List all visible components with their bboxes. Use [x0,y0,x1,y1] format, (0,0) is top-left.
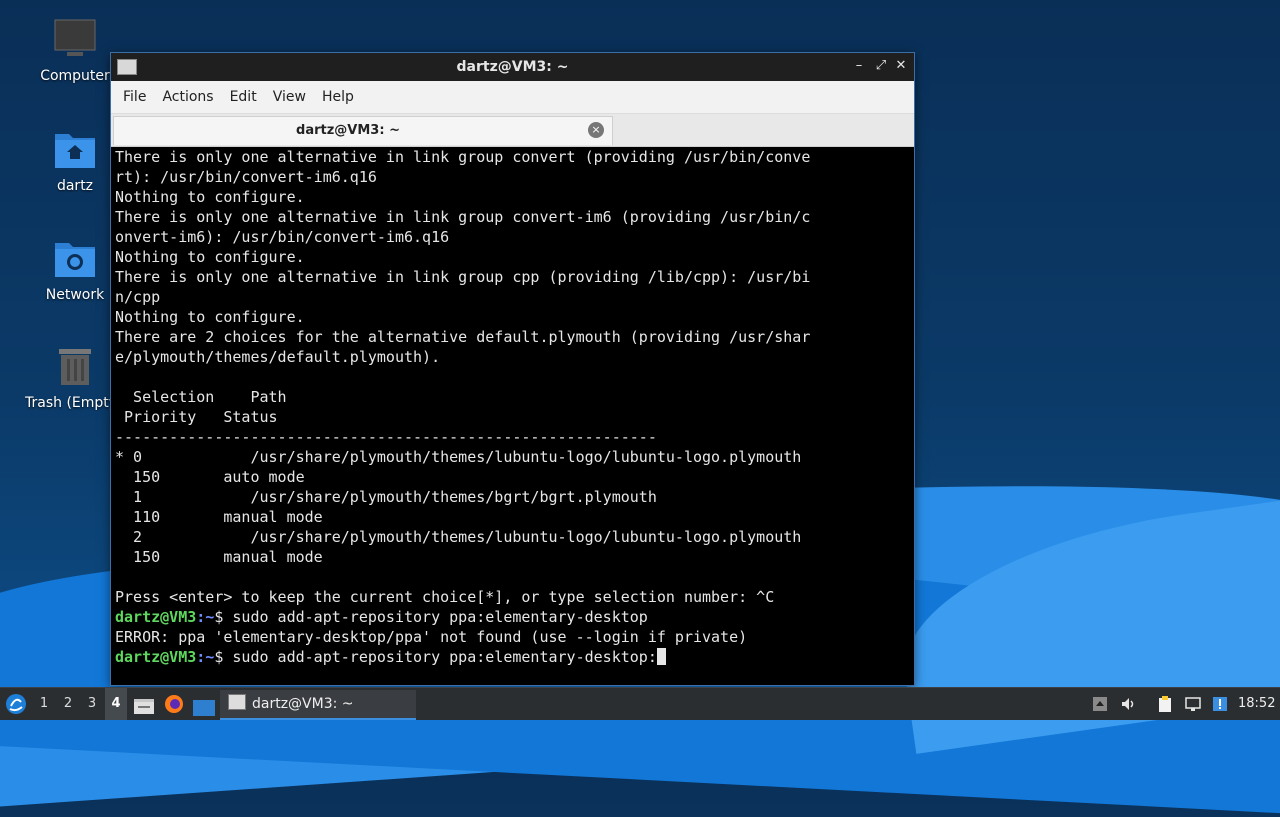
terminal-line: 150 auto mode [115,468,305,486]
trash-icon [53,345,97,389]
terminal-line: 150 manual mode [115,548,323,566]
terminal-line: onvert-im6): /usr/bin/convert-im6.q16 [115,228,450,246]
prompt-user: dartz@VM3 [115,608,197,626]
desktop-icon [193,700,215,716]
task-label: dartz@VM3: ~ [252,696,354,712]
close-button[interactable]: ✕ [892,57,910,75]
prompt-user: dartz@VM3 [115,648,197,666]
firefox-icon [165,695,183,713]
terminal-line: Press <enter> to keep the current choice… [115,588,775,606]
menu-view[interactable]: View [265,81,314,113]
network-status-icon[interactable] [1185,696,1201,712]
volume-icon[interactable] [1120,696,1136,712]
folder-icon [134,699,154,714]
tab-bar: dartz@VM3: ~ × [111,114,914,147]
desktop-icon-label: Trash (Empty) [25,395,115,411]
firefox-launcher[interactable] [164,694,184,714]
workspace-1[interactable]: 1 [33,688,55,720]
terminal-icon [228,694,246,710]
menubar: File Actions Edit View Help [111,81,914,114]
home-folder-icon [53,128,97,172]
terminal-line: There is only one alternative in link gr… [115,148,811,166]
menu-help[interactable]: Help [314,81,362,113]
terminal-line: There is only one alternative in link gr… [115,268,811,286]
terminal-line: Nothing to configure. [115,248,305,266]
computer-icon [53,18,97,62]
updates-icon[interactable] [1092,696,1108,712]
menu-actions[interactable]: Actions [154,81,221,113]
workspace-3[interactable]: 3 [81,688,103,720]
workspace-2[interactable]: 2 [57,688,79,720]
text-cursor [656,648,666,665]
terminal-output[interactable]: There is only one alternative in link gr… [113,147,912,683]
terminal-line: ----------------------------------------… [115,428,657,446]
tab-close-icon[interactable]: × [588,122,604,138]
prompt-path: :~ [196,648,215,666]
command-input[interactable]: sudo add-apt-repository ppa:elementary-d… [232,648,656,666]
terminal-line: Priority Status [115,408,278,426]
lubuntu-logo-icon [6,694,26,714]
terminal-line: e/plymouth/themes/default.plymouth). [115,348,441,366]
terminal-line: Nothing to configure. [115,188,305,206]
prompt-path: :~ [196,608,215,626]
menu-edit[interactable]: Edit [222,81,265,113]
show-desktop-button[interactable] [193,696,215,716]
terminal-line: Selection Path [115,388,287,406]
terminal-line: Nothing to configure. [115,308,305,326]
workspace-4[interactable]: 4 [105,688,127,720]
prompt-line: dartz@VM3:~$ sudo add-apt-repository ppa… [115,647,912,667]
terminal-window[interactable]: dartz@VM3: ~ – ⤢ ✕ File Actions Edit View He… [110,52,915,686]
terminal-line: 1 /usr/share/plymouth/themes/bgrt/bgrt.p… [115,488,657,506]
terminal-line: 110 manual mode [115,508,323,526]
command-text: sudo add-apt-repository ppa:elementary-d… [232,608,648,626]
window-titlebar[interactable]: dartz@VM3: ~ – ⤢ ✕ [111,53,914,81]
start-menu-button[interactable] [4,692,28,716]
terminal-line: n/cpp [115,288,161,306]
maximize-button[interactable]: ⤢ [872,57,890,75]
network-folder-icon [53,237,97,281]
taskbar: 1 2 3 4 dartz@VM3: ~ 18:52 [0,687,1280,720]
terminal-line: There are 2 choices for the alternative … [115,328,811,346]
clock[interactable]: 18:52 [1238,688,1275,720]
window-title: dartz@VM3: ~ [456,59,569,75]
clipboard-icon[interactable] [1157,696,1173,712]
tab-label: dartz@VM3: ~ [296,123,400,138]
terminal-line: There is only one alternative in link gr… [115,208,811,226]
notification-icon[interactable] [1212,696,1228,712]
file-manager-launcher[interactable] [134,695,154,714]
prompt-symbol: $ [214,648,233,666]
prompt-symbol: $ [214,608,233,626]
taskbar-task-terminal[interactable]: dartz@VM3: ~ [220,690,416,720]
prompt-line: dartz@VM3:~$ sudo add-apt-repository ppa… [115,607,912,627]
tab-terminal[interactable]: dartz@VM3: ~ × [113,116,613,145]
menu-file[interactable]: File [115,81,154,113]
terminal-line: 2 /usr/share/plymouth/themes/lubuntu-log… [115,528,802,546]
minimize-button[interactable]: – [850,57,868,75]
error-line: ERROR: ppa 'elementary-desktop/ppa' not … [115,628,748,646]
terminal-line: rt): /usr/bin/convert-im6.q16 [115,168,377,186]
terminal-line: * 0 /usr/share/plymouth/themes/lubuntu-l… [115,448,802,466]
